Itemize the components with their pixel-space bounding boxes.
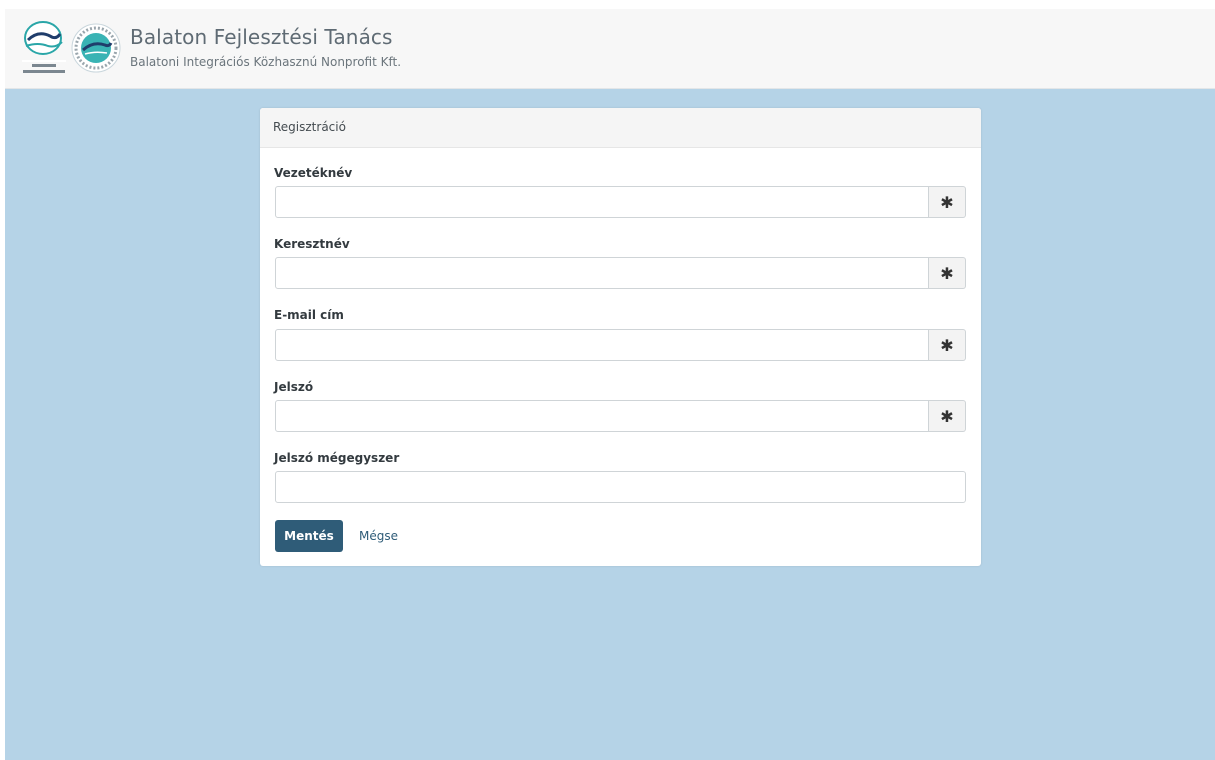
bik-nonprofit-logo xyxy=(71,23,121,73)
last-name-label: Vezetéknév xyxy=(274,166,353,180)
site-subtitle: Balatoni Integrációs Közhasznú Nonprofit… xyxy=(130,55,402,69)
save-button[interactable]: Mentés xyxy=(275,520,343,552)
email-group: ✱ xyxy=(275,329,966,361)
last-name-group: ✱ xyxy=(275,186,966,218)
card-title: Regisztráció xyxy=(260,108,981,148)
email-input[interactable] xyxy=(275,329,929,361)
first-name-label: Keresztnév xyxy=(274,237,350,251)
registration-card: Regisztráció Vezetéknév ✱ Keresztnév ✱ E… xyxy=(260,108,981,566)
first-name-input[interactable] xyxy=(275,257,929,289)
required-asterisk-icon: ✱ xyxy=(929,257,966,289)
required-asterisk-icon: ✱ xyxy=(929,186,966,218)
first-name-group: ✱ xyxy=(275,257,966,289)
email-label: E-mail cím xyxy=(274,308,344,322)
cancel-link[interactable]: Mégse xyxy=(359,529,398,543)
password-label: Jelszó xyxy=(274,380,314,394)
password-confirm-label: Jelszó mégegyszer xyxy=(274,451,400,465)
page-background: Balaton Fejlesztési Tanács Balatoni Inte… xyxy=(5,9,1215,760)
last-name-input[interactable] xyxy=(275,186,929,218)
required-asterisk-icon: ✱ xyxy=(929,329,966,361)
required-asterisk-icon: ✱ xyxy=(929,400,966,432)
password-confirm-input[interactable] xyxy=(275,471,966,503)
site-title: Balaton Fejlesztési Tanács xyxy=(130,25,393,49)
password-input[interactable] xyxy=(275,400,929,432)
password-group: ✱ xyxy=(275,400,966,432)
site-header: Balaton Fejlesztési Tanács Balatoni Inte… xyxy=(5,9,1215,89)
balaton-council-logo xyxy=(22,21,66,73)
